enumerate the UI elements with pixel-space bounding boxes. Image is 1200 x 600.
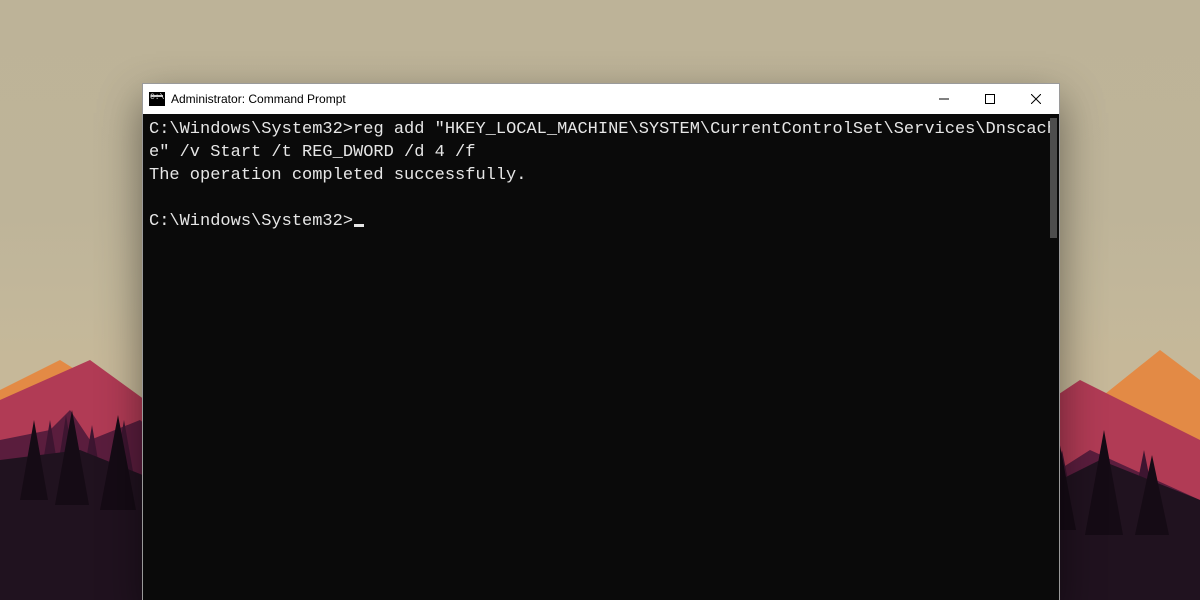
cmd-icon <box>149 92 165 106</box>
prompt: C:\Windows\System32> <box>149 212 353 231</box>
cursor <box>354 224 364 227</box>
window-title: Administrator: Command Prompt <box>171 92 346 106</box>
command-prompt-window: Administrator: Command Prompt C:\Windows… <box>142 83 1060 600</box>
scrollbar-thumb[interactable] <box>1050 118 1057 238</box>
response-text: The operation completed successfully. <box>149 166 526 185</box>
terminal-area[interactable]: C:\Windows\System32>reg add "HKEY_LOCAL_… <box>143 114 1059 600</box>
titlebar[interactable]: Administrator: Command Prompt <box>143 84 1059 115</box>
close-button[interactable] <box>1013 84 1059 114</box>
minimize-button[interactable] <box>921 84 967 114</box>
prompt: C:\Windows\System32> <box>149 120 353 139</box>
desktop: Administrator: Command Prompt C:\Windows… <box>0 0 1200 600</box>
maximize-button[interactable] <box>967 84 1013 114</box>
